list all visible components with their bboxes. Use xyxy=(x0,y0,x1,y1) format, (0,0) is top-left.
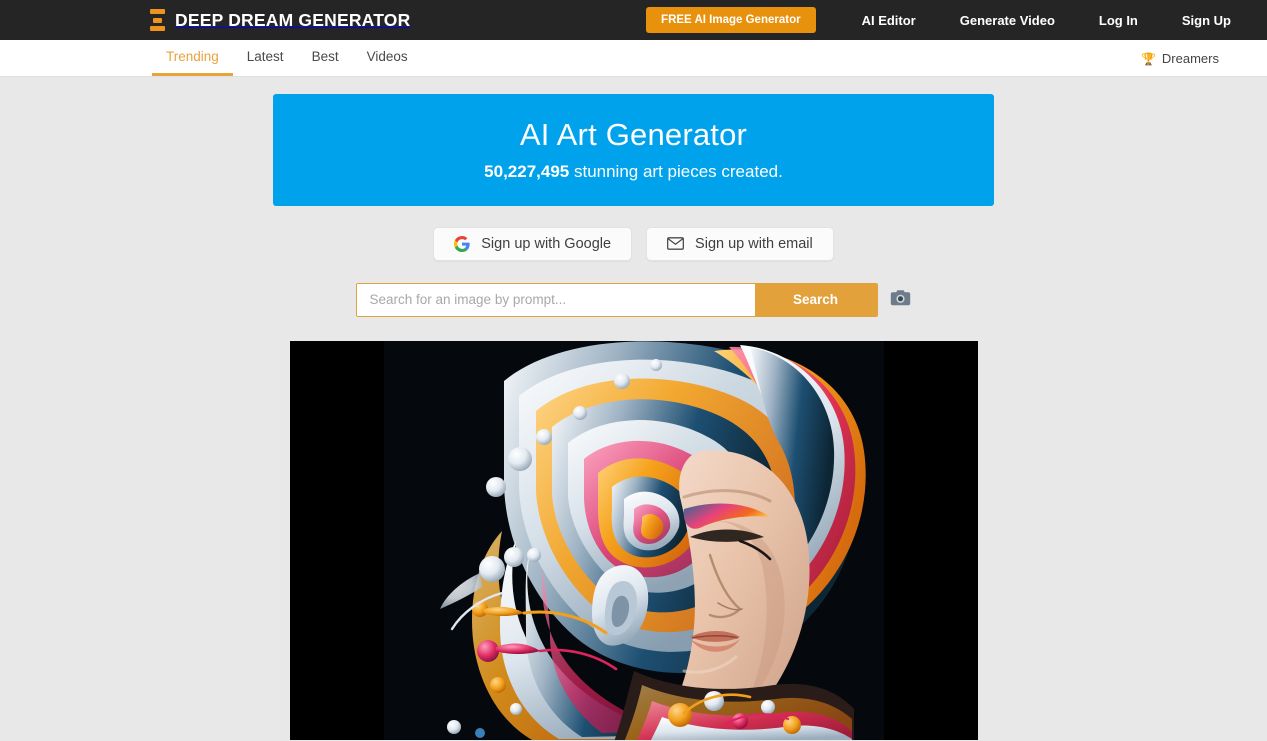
tab-latest[interactable]: Latest xyxy=(233,40,298,76)
sign-up-with-email-label: Sign up with email xyxy=(695,235,813,252)
top-header: DEEP DREAM GENERATOR FREE AI Image Gener… xyxy=(0,0,1267,40)
search-input[interactable] xyxy=(356,283,755,316)
camera-icon xyxy=(890,289,911,310)
camera-search-button[interactable] xyxy=(890,290,912,310)
nav-link-generate-video[interactable]: Generate Video xyxy=(938,13,1077,28)
sign-up-with-google-label: Sign up with Google xyxy=(481,235,612,252)
search-box: Search xyxy=(355,282,878,317)
envelope-icon xyxy=(667,237,685,251)
signup-button-row: Sign up with Google Sign up with email xyxy=(0,226,1267,261)
page-body: AI Art Generator 50,227,495 stunning art… xyxy=(0,77,1267,740)
nav-link-log-in[interactable]: Log In xyxy=(1077,13,1160,28)
dreamers-label: Dreamers xyxy=(1161,51,1219,66)
tab-trending[interactable]: Trending xyxy=(152,40,233,76)
banner-subtitle: 50,227,495 stunning art pieces created. xyxy=(283,162,984,182)
artwork-canvas xyxy=(383,340,884,740)
art-pieces-caption: stunning art pieces created. xyxy=(569,161,783,181)
google-g-icon xyxy=(454,235,470,252)
banner-title: AI Art Generator xyxy=(519,117,748,152)
search-submit-button[interactable]: Search xyxy=(754,283,877,316)
sign-up-with-google-button[interactable]: Sign up with Google xyxy=(433,226,633,261)
top-nav: FREE AI Image Generator AI Editor Genera… xyxy=(646,0,1267,40)
sub-nav-tabs: Trending Latest Best Videos xyxy=(152,40,422,76)
dreamers-link[interactable]: 🏆 Dreamers xyxy=(1141,40,1219,77)
trophy-icon: 🏆 xyxy=(1140,51,1156,66)
hourglass-logo-icon xyxy=(150,9,165,31)
nav-link-ai-editor[interactable]: AI Editor xyxy=(840,13,938,28)
free-ai-image-generator-button[interactable]: FREE AI Image Generator xyxy=(646,7,816,33)
brand-title: DEEP DREAM GENERATOR xyxy=(175,9,411,30)
tab-videos[interactable]: Videos xyxy=(353,40,422,76)
brand-logo-link[interactable]: DEEP DREAM GENERATOR xyxy=(150,9,410,31)
nav-link-sign-up[interactable]: Sign Up xyxy=(1160,13,1253,28)
search-row: Search xyxy=(0,282,1267,317)
ai-art-generator-banner: AI Art Generator 50,227,495 stunning art… xyxy=(273,94,994,206)
sign-up-with-email-button[interactable]: Sign up with email xyxy=(646,226,834,261)
tab-best[interactable]: Best xyxy=(298,40,353,76)
art-pieces-count: 50,227,495 xyxy=(484,161,570,181)
featured-artwork[interactable] xyxy=(289,340,978,740)
sub-nav: Trending Latest Best Videos 🏆 Dreamers xyxy=(0,40,1267,77)
